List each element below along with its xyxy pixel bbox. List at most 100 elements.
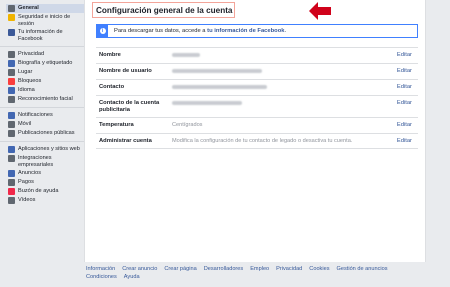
footer-link[interactable]: Cookies — [309, 266, 329, 272]
sidebar-item-label: Aplicaciones y sitios web — [18, 146, 80, 152]
info-text: Para descargar tus datos, accede a — [114, 28, 206, 34]
footer-link[interactable]: Ayuda — [124, 274, 140, 280]
sidebar-item-label: Bloqueos — [18, 78, 42, 84]
settings-row: Nombre Editar — [96, 47, 418, 63]
sidebar-group: General Seguridad e inicio de sesión Tu in… — [0, 0, 84, 46]
footer-link[interactable]: Privacidad — [276, 266, 302, 272]
settings-row: Temperatura Centígrados Editar — [96, 117, 418, 133]
sidebar-item-label: Biografía y etiquetado — [18, 60, 73, 66]
card-icon — [8, 179, 15, 186]
globe-icon — [8, 112, 15, 119]
footer-link[interactable]: Empleo — [250, 266, 269, 272]
ads-icon — [8, 170, 15, 177]
sidebar-item-publicaciones-publicas[interactable]: Publicaciones públicas — [6, 129, 84, 138]
sidebar-item-label: Anuncios — [18, 170, 42, 176]
sidebar-item-label: Integraciones empresariales — [18, 155, 54, 168]
row-label: Contacto — [99, 84, 125, 90]
edit-link[interactable]: Editar — [397, 68, 412, 74]
red-arrow-icon — [309, 2, 331, 20]
footer-link[interactable]: Condiciones — [86, 274, 117, 280]
mobile-icon — [8, 121, 15, 128]
apps-icon — [8, 146, 15, 153]
page-title: Configuración general de la cuenta — [96, 6, 233, 15]
info-icon: i — [97, 25, 108, 37]
row-label: Administrar cuenta — [99, 138, 152, 144]
sidebar-item-biografia-y-etiquetado[interactable]: Biografía y etiquetado — [6, 59, 84, 68]
sidebar-item-label: Publicaciones públicas — [18, 130, 75, 136]
lock-icon — [8, 51, 15, 58]
help-inbox-icon — [8, 188, 15, 195]
sidebar-item-lugar[interactable]: Lugar — [6, 68, 84, 77]
sidebar-item-pagos[interactable]: Pagos — [6, 178, 84, 187]
sidebar-item-privacidad[interactable]: Privacidad — [6, 50, 84, 59]
your-facebook-info-link[interactable]: tu información de Facebook — [207, 28, 284, 34]
face-icon — [8, 96, 15, 103]
shield-icon — [8, 14, 15, 21]
sidebar-item-label: General — [18, 5, 39, 11]
timeline-icon — [8, 60, 15, 67]
block-icon — [8, 78, 15, 85]
settings-rows: Nombre Editar Nombre de usuario Editar Conta… — [96, 47, 418, 149]
sidebar-item-integraciones-empresariales[interactable]: Integraciones empresariales — [6, 154, 84, 169]
edit-link[interactable]: Editar — [397, 84, 412, 90]
sidebar-item-label: Tu información de Facebook — [18, 29, 63, 42]
settings-row: Administrar cuenta Modifica la configurac… — [96, 133, 418, 149]
sidebar-item-general[interactable]: General — [6, 4, 84, 13]
settings-row: Contacto Editar — [96, 79, 418, 95]
sidebar-item-movil[interactable]: Móvil — [6, 120, 84, 129]
sidebar-item-bloqueos[interactable]: Bloqueos — [6, 77, 84, 86]
business-icon — [8, 155, 15, 162]
page-title-highlight: Configuración general de la cuenta — [92, 2, 235, 18]
redacted-value — [172, 68, 262, 75]
sidebar-group: Notificaciones Móvil Publicaciones pública… — [0, 107, 84, 141]
edit-link[interactable]: Editar — [397, 52, 412, 58]
sidebar-item-label: Móvil — [18, 121, 32, 127]
sidebar-group: Privacidad Biografía y etiquetado Lugar Blo… — [0, 46, 84, 107]
facebook-icon — [8, 29, 15, 36]
row-label: Nombre de usuario — [99, 68, 152, 74]
sidebar-item-videos[interactable]: Vídeos — [6, 196, 84, 205]
sidebar-item-label: Lugar — [18, 69, 33, 75]
sidebar-item-aplicaciones-y-sitios-web[interactable]: Aplicaciones y sitios web — [6, 145, 84, 154]
video-icon — [8, 197, 15, 204]
row-value: Centígrados — [172, 122, 203, 128]
settings-sidebar: General Seguridad e inicio de sesión Tu in… — [0, 0, 84, 287]
sidebar-item-label: Pagos — [18, 179, 34, 185]
sidebar-item-label: Buzón de ayuda — [18, 188, 59, 194]
footer-link[interactable]: Gestión de anuncios — [337, 266, 388, 272]
rss-icon — [8, 130, 15, 137]
sidebar-item-label: Seguridad e inicio de sesión — [18, 14, 71, 27]
sidebar-item-label: Privacidad — [18, 51, 45, 57]
settings-main-panel: Configuración general de la cuenta i Par… — [84, 0, 426, 262]
sidebar-item-seguridad-e-inicio-de-sesion[interactable]: Seguridad e inicio de sesión — [6, 13, 84, 28]
sidebar-item-label: Notificaciones — [18, 112, 53, 118]
sidebar-item-label: Vídeos — [18, 197, 36, 203]
language-icon — [8, 87, 15, 94]
gear-icon — [8, 5, 15, 12]
redacted-value — [172, 84, 267, 91]
edit-link[interactable]: Editar — [397, 122, 412, 128]
sidebar-item-reconocimiento-facial[interactable]: Reconocimiento facial — [6, 95, 84, 104]
sidebar-item-buzon-de-ayuda[interactable]: Buzón de ayuda — [6, 187, 84, 196]
footer: Información Crear anuncio Crear página Desa… — [86, 266, 406, 280]
sidebar-item-label: Idioma — [18, 87, 35, 93]
redacted-value — [172, 52, 200, 59]
footer-link[interactable]: Crear anuncio — [122, 266, 157, 272]
row-label: Contacto de la cuenta publicitaria — [99, 100, 160, 113]
sidebar-group: Aplicaciones y sitios web Integraciones e… — [0, 141, 84, 208]
edit-link[interactable]: Editar — [397, 100, 412, 106]
location-pin-icon — [8, 69, 15, 76]
footer-link[interactable]: Desarrolladores — [204, 266, 243, 272]
footer-link[interactable]: Información — [86, 266, 115, 272]
footer-link[interactable]: Crear página — [164, 266, 196, 272]
row-label: Nombre — [99, 52, 121, 58]
row-value: Modifica la configuración de tu contacto… — [172, 138, 353, 144]
sidebar-item-notificaciones[interactable]: Notificaciones — [6, 111, 84, 120]
sidebar-item-tu-informacion-de-facebook[interactable]: Tu información de Facebook — [6, 28, 84, 43]
settings-row: Nombre de usuario Editar — [96, 63, 418, 79]
edit-link[interactable]: Editar — [397, 138, 412, 144]
sidebar-item-idioma[interactable]: Idioma — [6, 86, 84, 95]
sidebar-item-anuncios[interactable]: Anuncios — [6, 169, 84, 178]
row-label: Temperatura — [99, 122, 134, 128]
sidebar-item-label: Reconocimiento facial — [18, 96, 73, 102]
